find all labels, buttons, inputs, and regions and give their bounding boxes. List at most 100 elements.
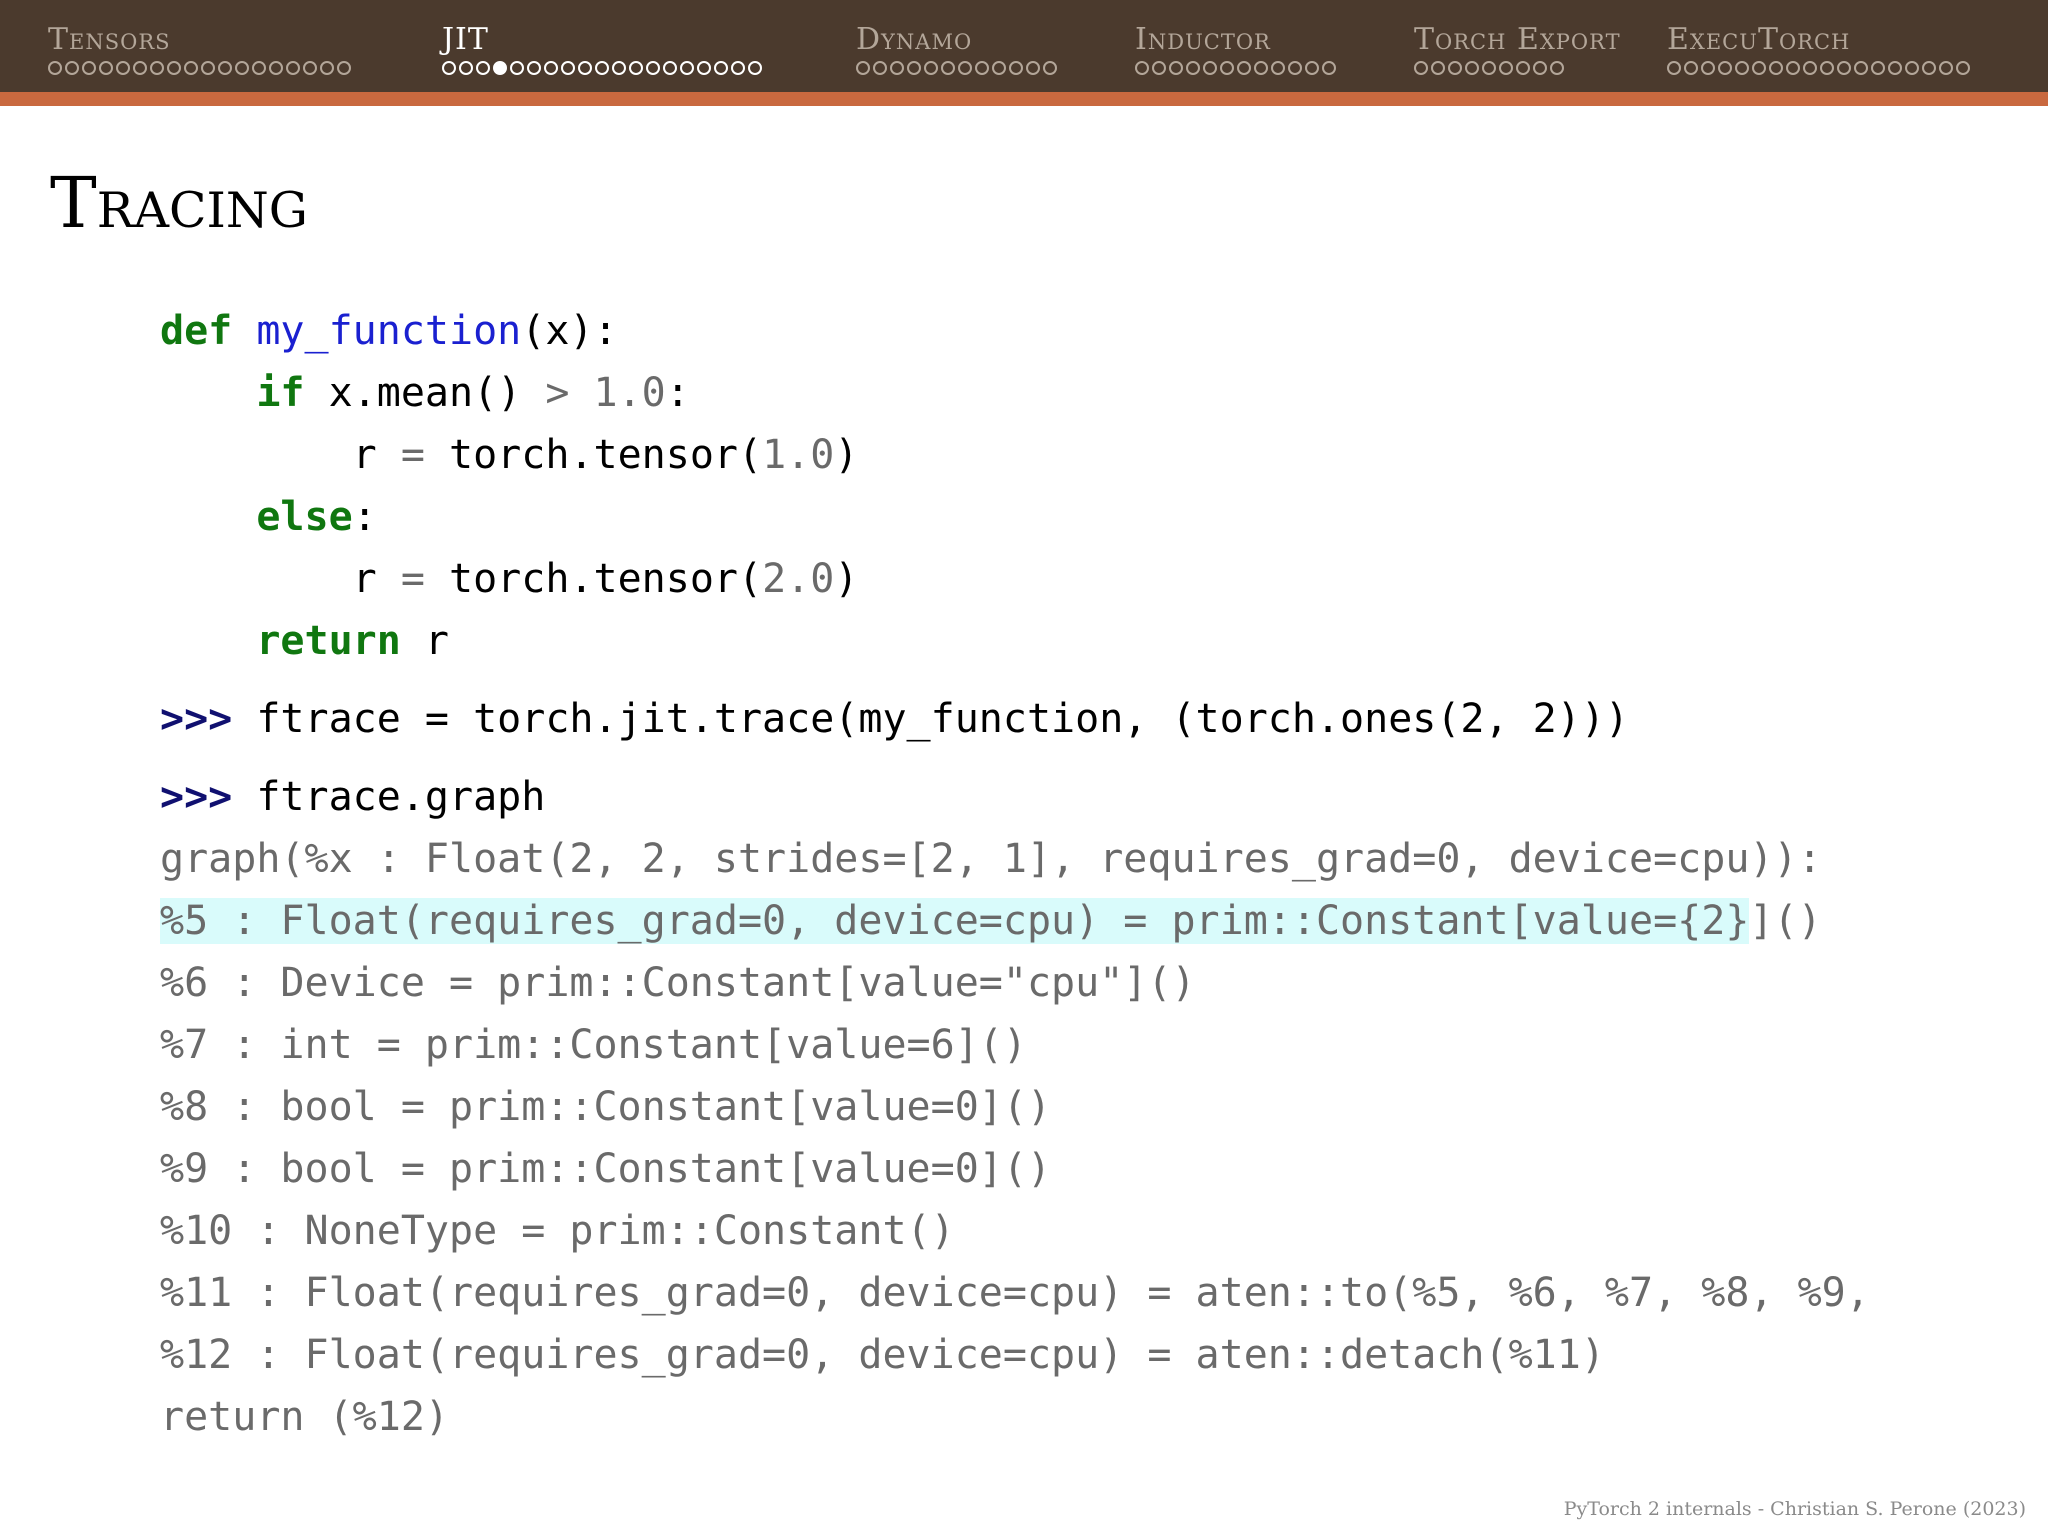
slide-dot[interactable] — [1854, 61, 1868, 75]
slide-dot[interactable] — [1271, 61, 1285, 75]
section-navigation-bar: Tensors JIT Dynamo Inductor Torch Export… — [0, 0, 2048, 92]
slide-dot[interactable] — [1322, 61, 1336, 75]
slide-dot[interactable] — [1448, 61, 1462, 75]
slide-dot[interactable] — [1820, 61, 1834, 75]
slide-dot[interactable] — [1043, 61, 1057, 75]
slide-dot[interactable] — [1550, 61, 1564, 75]
code-text: r — [400, 618, 449, 664]
slide-dot[interactable] — [1465, 61, 1479, 75]
code-text: ) — [834, 556, 859, 602]
slide-dot[interactable] — [82, 61, 96, 75]
slide-dot[interactable] — [595, 61, 609, 75]
slide-dot[interactable] — [873, 61, 887, 75]
slide-dot[interactable] — [1516, 61, 1530, 75]
slide-dot[interactable] — [1135, 61, 1149, 75]
slide-dot[interactable] — [167, 61, 181, 75]
slide-dot[interactable] — [1769, 61, 1783, 75]
slide-dot[interactable] — [578, 61, 592, 75]
slide-dot[interactable] — [1667, 61, 1681, 75]
slide-dot[interactable] — [1186, 61, 1200, 75]
slide-dot[interactable] — [1718, 61, 1732, 75]
slide-dot[interactable] — [1254, 61, 1268, 75]
slide-dot[interactable] — [269, 61, 283, 75]
slide-dot[interactable] — [476, 61, 490, 75]
slide-dot[interactable] — [1305, 61, 1319, 75]
slide-dot[interactable] — [748, 61, 762, 75]
slide-dot[interactable] — [992, 61, 1006, 75]
slide-dot[interactable] — [1888, 61, 1902, 75]
slide-dot[interactable] — [1499, 61, 1513, 75]
slide-dot[interactable] — [1939, 61, 1953, 75]
slide-dot[interactable] — [714, 61, 728, 75]
slide-dot[interactable] — [1026, 61, 1040, 75]
slide-dot[interactable] — [303, 61, 317, 75]
slide-dot[interactable] — [1905, 61, 1919, 75]
slide-dot[interactable] — [1803, 61, 1817, 75]
slide-dot[interactable] — [680, 61, 694, 75]
slide-dot[interactable] — [731, 61, 745, 75]
slide-dot[interactable] — [1009, 61, 1023, 75]
slide-dot[interactable] — [941, 61, 955, 75]
slide-dot[interactable] — [1220, 61, 1234, 75]
nav-section-label: ExecuTorch — [1667, 22, 1851, 57]
slide-dot[interactable] — [1752, 61, 1766, 75]
slide-dot[interactable] — [527, 61, 541, 75]
nav-slide-dots — [856, 61, 1057, 75]
slide-dot[interactable] — [1533, 61, 1547, 75]
slide-dot[interactable] — [958, 61, 972, 75]
slide-dot[interactable] — [1837, 61, 1851, 75]
slide-dot[interactable] — [1203, 61, 1217, 75]
slide-dot[interactable] — [646, 61, 660, 75]
slide-dot[interactable] — [907, 61, 921, 75]
slide-dot[interactable] — [116, 61, 130, 75]
slide-dot[interactable] — [133, 61, 147, 75]
slide-dot[interactable] — [65, 61, 79, 75]
slide-dot[interactable] — [1482, 61, 1496, 75]
slide-dot[interactable] — [612, 61, 626, 75]
slide-dot[interactable] — [459, 61, 473, 75]
code-line: if x.mean() > 1.0: — [160, 362, 1870, 424]
slide-dot[interactable] — [1922, 61, 1936, 75]
slide-dot[interactable] — [890, 61, 904, 75]
slide-dot[interactable] — [99, 61, 113, 75]
slide-dot[interactable] — [337, 61, 351, 75]
slide-dot[interactable] — [1735, 61, 1749, 75]
code-operator: = — [400, 556, 425, 602]
slide-dot[interactable] — [48, 61, 62, 75]
code-text: : — [352, 494, 377, 540]
slide-dot[interactable] — [1956, 61, 1970, 75]
slide-dot[interactable] — [697, 61, 711, 75]
slide-dot[interactable] — [235, 61, 249, 75]
slide-dot[interactable] — [1169, 61, 1183, 75]
slide-dot[interactable] — [1786, 61, 1800, 75]
slide-dot[interactable] — [1701, 61, 1715, 75]
slide-dot[interactable] — [561, 61, 575, 75]
slide-dot[interactable] — [629, 61, 643, 75]
code-text: (x): — [521, 308, 618, 354]
slide-dot[interactable] — [1871, 61, 1885, 75]
slide-dot[interactable] — [924, 61, 938, 75]
slide-dot[interactable] — [184, 61, 198, 75]
slide-dot[interactable] — [1431, 61, 1445, 75]
code-number: 2.0 — [762, 556, 835, 602]
slide-dot[interactable] — [286, 61, 300, 75]
code-spacer — [160, 750, 1870, 766]
slide-dot[interactable] — [1288, 61, 1302, 75]
slide-dot[interactable] — [493, 61, 507, 75]
slide-dot[interactable] — [320, 61, 334, 75]
slide-dot[interactable] — [1152, 61, 1166, 75]
slide-dot[interactable] — [201, 61, 215, 75]
slide-dot[interactable] — [1414, 61, 1428, 75]
slide-dot[interactable] — [252, 61, 266, 75]
slide-dot[interactable] — [442, 61, 456, 75]
slide-dot[interactable] — [510, 61, 524, 75]
slide-dot[interactable] — [218, 61, 232, 75]
slide-dot[interactable] — [544, 61, 558, 75]
slide-dot[interactable] — [150, 61, 164, 75]
slide-dot[interactable] — [1237, 61, 1251, 75]
code-operator: > — [545, 370, 570, 416]
slide-dot[interactable] — [1684, 61, 1698, 75]
slide-dot[interactable] — [975, 61, 989, 75]
slide-dot[interactable] — [663, 61, 677, 75]
slide-dot[interactable] — [856, 61, 870, 75]
